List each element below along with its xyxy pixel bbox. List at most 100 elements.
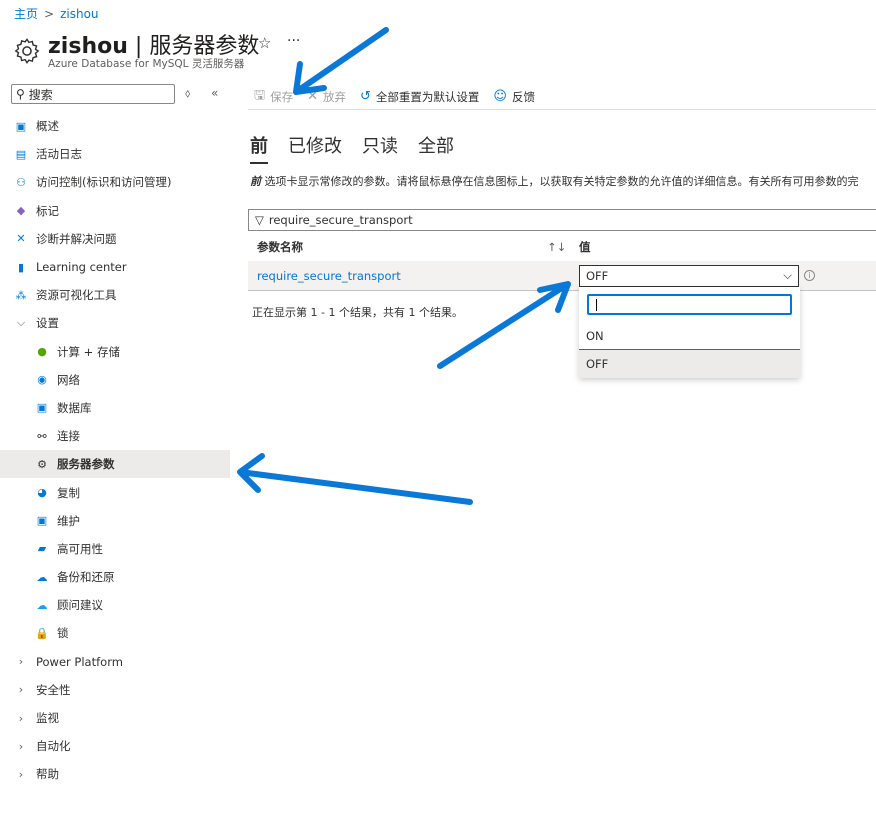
sidebar-item-label: Learning center <box>36 260 127 275</box>
chevron-right-icon: › <box>18 655 24 669</box>
advisor-icon: ☁ <box>36 598 48 612</box>
sidebar-item-label: 资源可视化工具 <box>36 288 117 303</box>
toolbar: 🖫 保存 ✕ 放弃 ↺ 全部重置为默认设置 ☺ 反馈 <box>248 84 876 110</box>
maintenance-icon: ▣ <box>36 514 48 528</box>
sidebar-group-label: 自动化 <box>36 739 71 754</box>
expand-collapse-icon[interactable]: ⬨ <box>185 86 190 101</box>
chevron-right-icon: › <box>18 767 24 781</box>
search-icon: ⚲ <box>16 87 25 101</box>
tab-description: 前 选项卡显示常修改的参数。请将鼠标悬停在信息图标上，以获取有关特定参数的允许值… <box>250 175 859 188</box>
sort-icon[interactable]: ↑↓ <box>547 240 579 254</box>
sidebar: ▣ 概述 ▤ 活动日志 ⚇ 访问控制(标识和访问管理) ◆ 标记 ✕ 诊断并解决问题 ▮ Learni… <box>0 112 230 789</box>
sidebar-item[interactable]: ◆ 标记 <box>0 197 230 225</box>
tab-list: 前 已修改 只读 全部 <box>250 132 474 164</box>
sidebar-item[interactable]: ⚇ 访问控制(标识和访问管理) <box>0 168 230 196</box>
sidebar-group[interactable]: › Power Platform <box>0 648 230 676</box>
connect-icon: ⚯ <box>37 429 47 443</box>
annotation-arrow <box>237 453 473 505</box>
gear-icon: ⚙ <box>37 457 47 471</box>
discard-button[interactable]: ✕ 放弃 <box>307 89 346 105</box>
feedback-button[interactable]: ☺ 反馈 <box>493 89 535 105</box>
column-header-value: 值 <box>579 240 591 254</box>
tab-readonly[interactable]: 只读 <box>362 132 398 164</box>
sidebar-group[interactable]: › 帮助 <box>0 760 230 788</box>
value-select[interactable]: OFF ⌵ <box>579 264 799 287</box>
sidebar-item[interactable]: ☁ 备份和还原 <box>0 563 230 591</box>
sidebar-item-label: 概述 <box>36 119 59 134</box>
dropdown-menu: ON OFF <box>579 287 800 378</box>
sidebar-item[interactable]: ⁂ 资源可视化工具 <box>0 281 230 309</box>
sidebar-item-label: 复制 <box>57 485 80 500</box>
sidebar-search-input[interactable]: ⚲ 搜索 <box>11 84 175 104</box>
sidebar-group[interactable]: › 安全性 <box>0 676 230 704</box>
sidebar-item[interactable]: ▣ 概述 <box>0 112 230 140</box>
sidebar-item-label: 活动日志 <box>36 147 82 162</box>
save-button[interactable]: 🖫 保存 <box>254 86 293 108</box>
more-options-icon[interactable]: ··· <box>287 33 300 49</box>
tab-modified[interactable]: 已修改 <box>288 132 342 164</box>
sidebar-item[interactable]: ▮ Learning center <box>0 253 230 281</box>
option-off[interactable]: OFF <box>579 350 800 378</box>
lock-icon: 🔒 <box>35 626 49 640</box>
sidebar-item[interactable]: 🔒 锁 <box>0 619 230 647</box>
favorite-star-icon[interactable]: ☆ <box>258 34 271 52</box>
column-header-name[interactable]: 参数名称 <box>257 239 547 255</box>
sidebar-item-label: 维护 <box>57 513 80 528</box>
sidebar-item[interactable]: ▤ 活动日志 <box>0 140 230 168</box>
sidebar-group-label: 帮助 <box>36 767 59 782</box>
reset-all-button[interactable]: ↺ 全部重置为默认设置 <box>360 89 479 105</box>
sidebar-group[interactable]: › 自动化 <box>0 732 230 760</box>
sidebar-item[interactable]: ◕ 复制 <box>0 478 230 506</box>
database-icon: ▣ <box>36 401 48 415</box>
sidebar-item-label: 数据库 <box>57 400 92 415</box>
chevron-down-icon: ⌵ <box>783 268 792 282</box>
access-control-icon: ⚇ <box>16 175 26 189</box>
sidebar-item[interactable]: ⚙ 服务器参数 <box>0 450 230 479</box>
chevron-down-icon: ⌵ <box>16 316 26 330</box>
sidebar-group-label: 安全性 <box>36 682 71 697</box>
sidebar-item[interactable]: ◉ 网络 <box>0 366 230 394</box>
chevron-right-icon: › <box>18 683 24 697</box>
learning-center-icon: ▮ <box>17 260 25 274</box>
collapse-sidebar-icon[interactable]: « <box>211 86 218 100</box>
mysql-icon: ▣ <box>15 119 27 133</box>
breadcrumb-current[interactable]: zishou <box>60 7 98 21</box>
sidebar-group[interactable]: › 监视 <box>0 704 230 732</box>
sidebar-item-label: 备份和还原 <box>57 570 115 585</box>
filter-input[interactable]: ▽ require_secure_transport <box>248 209 876 231</box>
compute-storage-icon: ● <box>37 345 47 359</box>
annotation-arrow <box>293 27 389 95</box>
tab-top[interactable]: 前 <box>250 132 268 164</box>
parameter-name-link[interactable]: require_secure_transport <box>257 269 579 283</box>
option-on[interactable]: ON <box>579 322 800 350</box>
diagnose-icon: ✕ <box>16 232 26 246</box>
sidebar-item-label: 连接 <box>57 429 80 444</box>
sidebar-group-label: 监视 <box>36 711 59 726</box>
feedback-icon: ☺ <box>493 89 507 104</box>
sidebar-item[interactable]: ☁ 顾问建议 <box>0 591 230 619</box>
sidebar-item[interactable]: ▣ 数据库 <box>0 394 230 422</box>
chevron-right-icon: › <box>18 711 24 725</box>
sidebar-item[interactable]: ● 计算 + 存储 <box>0 338 230 366</box>
tab-all[interactable]: 全部 <box>418 132 454 164</box>
activity-log-icon: ▤ <box>15 147 27 161</box>
info-icon[interactable]: i <box>804 270 815 281</box>
network-icon: ◉ <box>37 373 47 387</box>
breadcrumb: 主页 > zishou <box>14 5 99 22</box>
sidebar-item[interactable]: ⚯ 连接 <box>0 422 230 450</box>
sidebar-item[interactable]: ▰ 高可用性 <box>0 535 230 563</box>
dropdown-search-input[interactable] <box>587 294 792 315</box>
resource-visualizer-icon: ⁂ <box>15 288 27 302</box>
replication-icon: ◕ <box>37 486 47 500</box>
high-availability-icon: ▰ <box>37 542 47 556</box>
breadcrumb-home[interactable]: 主页 <box>14 7 38 21</box>
tag-icon: ◆ <box>16 204 26 218</box>
save-icon: 🖫 <box>254 87 266 103</box>
sidebar-group[interactable]: ⌵ 设置 <box>0 309 230 337</box>
sidebar-item[interactable]: ▣ 维护 <box>0 507 230 535</box>
chevron-right-icon: > <box>44 7 55 21</box>
sidebar-item[interactable]: ✕ 诊断并解决问题 <box>0 225 230 253</box>
table-header: 参数名称 ↑↓ 值 <box>248 234 876 260</box>
result-count: 正在显示第 1 - 1 个结果，共有 1 个结果。 <box>252 306 463 319</box>
close-icon: ✕ <box>307 89 318 104</box>
